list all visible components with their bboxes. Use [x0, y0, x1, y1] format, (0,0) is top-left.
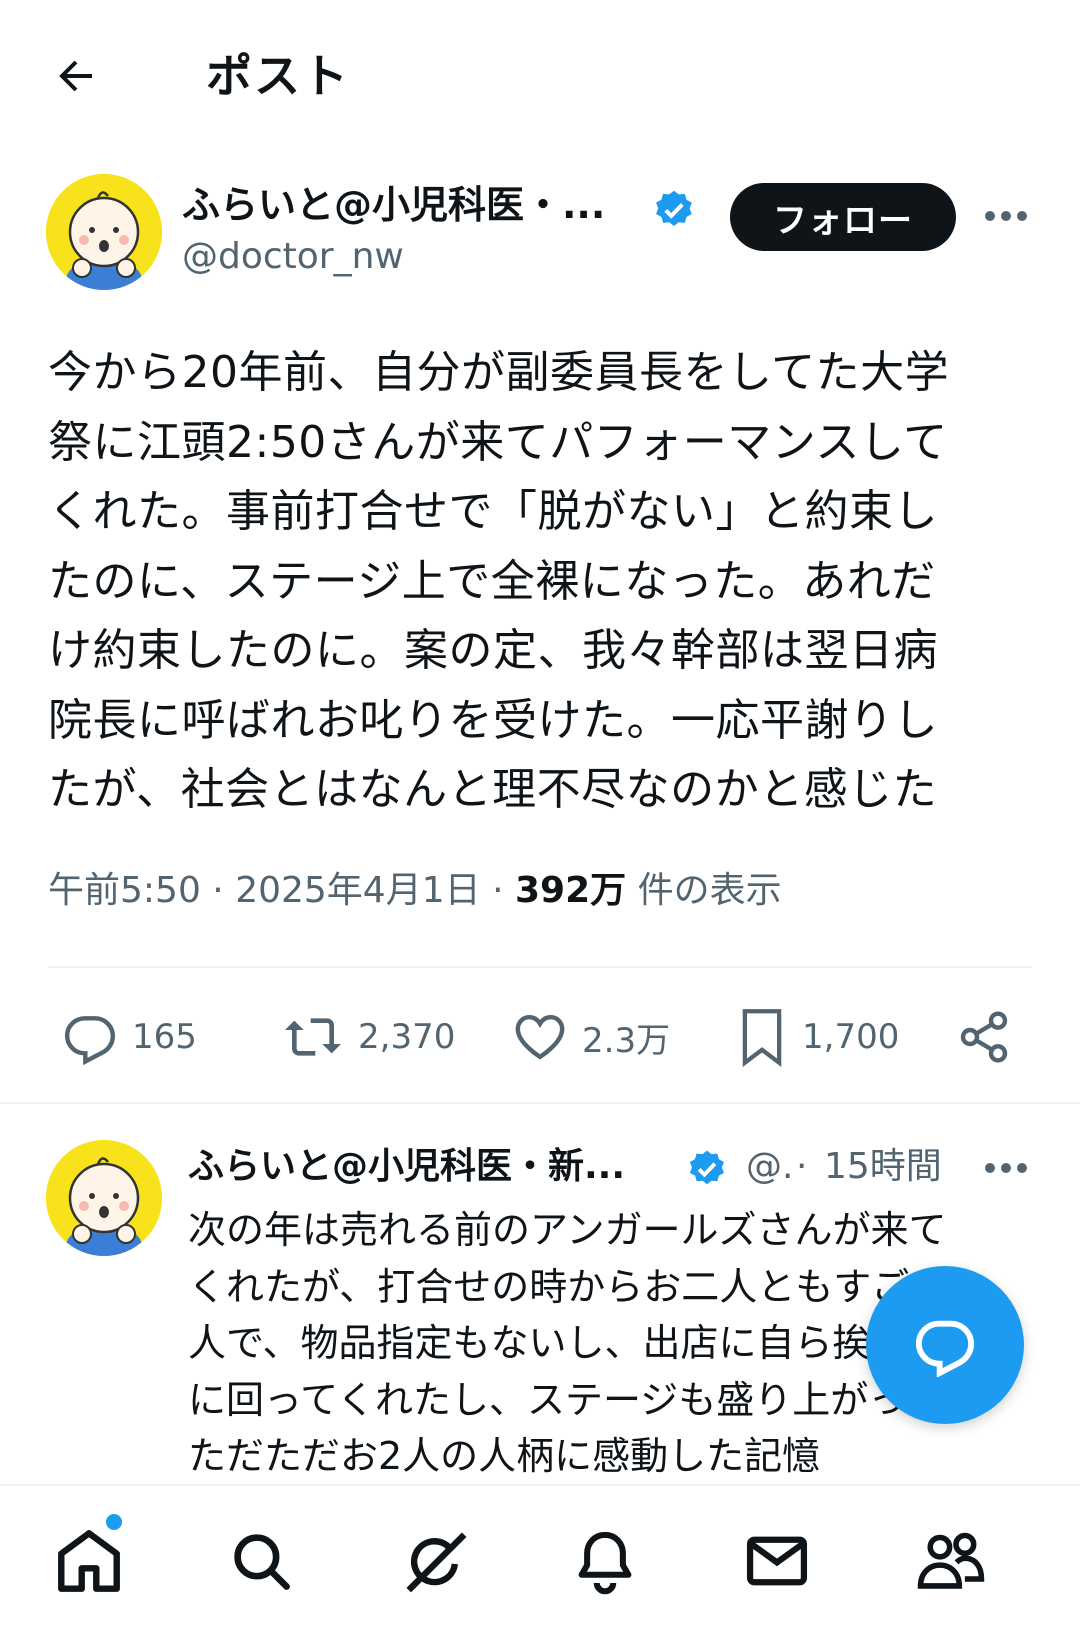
grok-icon: [406, 1532, 467, 1593]
like-button[interactable]: 2.3万: [512, 1005, 670, 1069]
messages-icon: [746, 1536, 808, 1586]
verified-badge-icon: [689, 1150, 724, 1185]
divider: [48, 966, 1032, 968]
nav-search[interactable]: [216, 1516, 306, 1606]
nav-home[interactable]: [44, 1516, 134, 1606]
like-icon: [515, 1014, 565, 1060]
more-button[interactable]: [976, 196, 1036, 236]
author-name[interactable]: ふらいと@小児科医・...: [182, 180, 605, 230]
views-count: 392万: [514, 870, 627, 911]
reply-avatar[interactable]: [46, 1140, 162, 1256]
search-icon: [234, 1534, 290, 1590]
nav-messages[interactable]: [732, 1516, 822, 1606]
notifications-icon: [578, 1531, 632, 1595]
nav-notifications[interactable]: [560, 1516, 650, 1606]
bottom-nav: [0, 1484, 1080, 1634]
baby-avatar-image: [46, 174, 162, 290]
back-arrow-icon: [59, 60, 92, 92]
reply-time[interactable]: 15時間: [824, 1142, 942, 1192]
home-icon: [58, 1530, 120, 1592]
meta-separator: ·: [796, 1146, 808, 1187]
baby-avatar-image: [46, 1140, 162, 1256]
follow-button[interactable]: フォロー: [730, 183, 956, 251]
communities-icon: [917, 1532, 985, 1589]
verified-badge-icon: [656, 190, 692, 226]
tweet-time[interactable]: 午前5:50: [48, 870, 201, 911]
tweet-date[interactable]: 2025年4月1日: [235, 870, 480, 911]
notification-dot: [106, 1514, 122, 1530]
repost-button[interactable]: 2,370: [282, 1005, 455, 1069]
tweet-text: 今から20年前、自分が副委員長をしてた大学 祭に江頭2:50さんが来てパフォーマ…: [48, 347, 950, 815]
repost-icon: [285, 1018, 341, 1056]
meta-separator: ·: [492, 870, 515, 911]
reply-more-button[interactable]: [976, 1148, 1036, 1188]
reply-author-name[interactable]: ふらいと@小児科医・新...: [188, 1142, 625, 1192]
share-button[interactable]: [956, 1005, 1012, 1069]
bookmark-count: 1,700: [802, 1017, 900, 1057]
tweet-meta: 午前5:50 · 2025年4月1日 · 392万 件の表示: [48, 866, 782, 916]
views-label: 件の表示: [637, 870, 782, 911]
reply-icon: [64, 1016, 116, 1065]
reply-count: 165: [132, 1017, 197, 1057]
repost-count: 2,370: [358, 1017, 456, 1057]
divider: [0, 1102, 1080, 1104]
compose-reply-button[interactable]: [866, 1266, 1024, 1424]
share-icon: [960, 1011, 1008, 1063]
reply-author-handle[interactable]: @.: [746, 1142, 793, 1192]
author-handle[interactable]: @doctor_nw: [182, 232, 404, 282]
like-count: 2.3万: [582, 1020, 671, 1061]
bookmark-button[interactable]: 1,700: [736, 1005, 899, 1069]
reply-button[interactable]: 165: [62, 1005, 197, 1069]
avatar[interactable]: [46, 174, 162, 290]
nav-communities[interactable]: [906, 1516, 996, 1606]
nav-grok[interactable]: [390, 1516, 480, 1606]
compose-reply-icon: [915, 1320, 975, 1377]
more-icon: [985, 211, 1027, 221]
page-title: ポスト: [206, 49, 350, 103]
more-icon: [985, 1163, 1027, 1173]
bookmark-icon: [742, 1009, 782, 1067]
back-button[interactable]: [40, 40, 112, 112]
meta-separator: ·: [212, 870, 236, 911]
